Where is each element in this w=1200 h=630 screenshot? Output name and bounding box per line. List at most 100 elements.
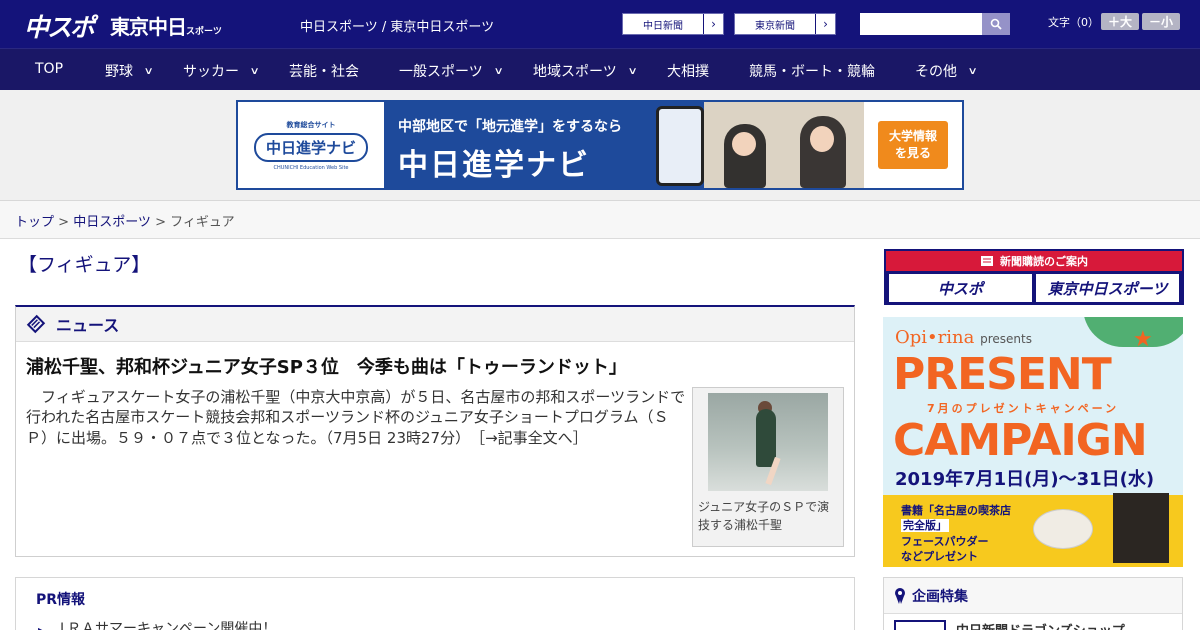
tokyo-logo-small: スポーツ xyxy=(186,27,222,37)
subscribe-tokyo-chunichi-button[interactable]: 東京中日スポーツ xyxy=(1036,274,1179,302)
chunichi-shimbun-label: 中日新聞 xyxy=(643,20,683,32)
tokyo-shimbun-label: 東京新聞 xyxy=(755,20,795,32)
breadcrumb-chunichi-sports[interactable]: 中日スポーツ xyxy=(73,215,151,230)
news-header: ニュース xyxy=(16,307,854,342)
ribbon-icon xyxy=(895,587,905,604)
pr-title: PR情報 xyxy=(36,592,86,608)
prize-line1: 書籍「名古屋の喫茶店 xyxy=(901,504,1011,517)
nav-label: その他 xyxy=(915,64,957,80)
pr-section: PR情報 ＪＲＡサマーキャンペーン開催中！ xyxy=(15,577,855,630)
banner-logo-eng: CHUNICHI Education Web Site xyxy=(273,164,349,171)
campaign-word: CAMPAIGN xyxy=(893,415,1148,466)
nav-label: 芸能・社会 xyxy=(289,64,359,80)
article-photo[interactable]: ジュニア女子のＳＰで演技する浦松千聖 xyxy=(692,387,844,547)
campaign-present: PRESENT xyxy=(893,349,1112,400)
read-more-link[interactable]: ［→記事全文へ］ xyxy=(478,429,588,447)
subscription-box: 新聞購読のご案内 中スポ 東京中日スポーツ xyxy=(884,249,1184,305)
nav-item-other[interactable]: その他 ∨ xyxy=(915,61,978,81)
nav-item-entertainment[interactable]: 芸能・社会 xyxy=(289,61,359,81)
feature-item-label: 中日新聞ドラゴンズショップ xyxy=(956,620,1125,630)
banner-logo-main: 中日進学ナビ xyxy=(253,132,368,162)
banner-band: 教育総合サイト 中日進学ナビ CHUNICHI Education Web Si… xyxy=(0,90,1200,201)
pr-item[interactable]: ＪＲＡサマーキャンペーン開催中！ xyxy=(38,618,276,630)
subscription-title: 新聞購読のご案内 xyxy=(1000,255,1088,268)
nav-item-baseball[interactable]: 野球 ∨ xyxy=(105,61,154,81)
nav-item-racing[interactable]: 競馬・ボート・競輪 xyxy=(749,61,875,81)
cta-line2: を見る xyxy=(894,146,931,160)
main-nav: TOP 野球 ∨ サッカー ∨ 芸能・社会 一般スポーツ ∨ 地域スポーツ ∨ 大相撲 … xyxy=(0,48,1200,90)
campaign-bottom: 書籍「名古屋の喫茶店 完全版」 フェースパウダー などプレゼント xyxy=(883,493,1183,567)
face-powder-image xyxy=(1033,509,1093,549)
chevron-right-icon: › xyxy=(703,14,723,34)
font-size-label: 文字（0） xyxy=(1048,16,1099,29)
nav-label: TOP xyxy=(35,61,64,77)
nav-label: 野球 xyxy=(105,64,133,80)
tokyo-shimbun-link[interactable]: 東京新聞 › xyxy=(734,13,836,35)
shingaku-navi-banner[interactable]: 教育総合サイト 中日進学ナビ CHUNICHI Education Web Si… xyxy=(236,100,964,190)
chevron-down-icon: ∨ xyxy=(493,65,504,77)
brand-name: Opi•rina xyxy=(895,327,975,348)
campaign-sub: 7月のプレゼントキャンペーン xyxy=(927,402,1120,415)
news-icon xyxy=(26,314,46,334)
font-bigger-button[interactable]: ＋大 xyxy=(1101,13,1139,30)
nav-label: 大相撲 xyxy=(667,64,709,80)
smartphone-image xyxy=(648,102,704,188)
banner-logo-small: 教育総合サイト xyxy=(286,120,336,129)
search-button[interactable] xyxy=(982,13,1010,35)
nav-label: 地域スポーツ xyxy=(533,64,617,80)
feature-item[interactable]: 中日新聞ドラゴンズショップ xyxy=(894,620,1125,630)
font-smaller-button[interactable]: －小 xyxy=(1142,13,1180,30)
feature-thumb xyxy=(894,620,946,630)
subscription-buttons: 中スポ 東京中日スポーツ xyxy=(886,271,1182,305)
breadcrumb-sep: > xyxy=(150,215,171,230)
nav-label: 一般スポーツ xyxy=(399,64,483,80)
present-campaign-ad[interactable]: ★ Opi•rina presents PRESENT 7月のプレゼントキャンペ… xyxy=(883,317,1183,567)
tokyo-chunichi-logo[interactable]: 東京中日スポーツ xyxy=(110,11,222,40)
skater-photo xyxy=(708,393,828,491)
nav-item-top[interactable]: TOP xyxy=(35,61,63,77)
chevron-right-icon: › xyxy=(815,14,835,34)
nav-item-sumo[interactable]: 大相撲 xyxy=(667,61,709,81)
feature-header: 企画特集 xyxy=(884,578,1182,614)
university-info-button[interactable]: 大学情報 を見る xyxy=(878,121,948,169)
banner-text: 中部地区で「地元進学」をするなら 中日進学ナビ xyxy=(384,102,648,188)
banner-line1: 中部地区で「地元進学」をするなら xyxy=(398,119,622,135)
breadcrumb-sep: > xyxy=(54,215,74,230)
article-summary: フィギュアスケート女子の浦松千聖（中京大中京高）が５日、名古屋市の邦和スポーツラ… xyxy=(26,387,686,448)
page-title: 【フィギュア】 xyxy=(18,254,151,276)
chevron-down-icon: ∨ xyxy=(627,65,638,77)
breadcrumb: トップ > 中日スポーツ > フィギュア xyxy=(0,201,1200,239)
subscribe-chusupo-button[interactable]: 中スポ xyxy=(889,274,1032,302)
brand-presents: presents xyxy=(980,332,1032,346)
banner-logo: 教育総合サイト 中日進学ナビ CHUNICHI Education Web Si… xyxy=(238,102,384,188)
news-label: ニュース xyxy=(56,316,120,335)
banner-cta: 大学情報 を見る xyxy=(864,102,962,188)
nav-item-regional-sports[interactable]: 地域スポーツ ∨ xyxy=(533,61,638,81)
cta-line1: 大学情報 xyxy=(888,129,937,144)
site-title: 中日スポーツ / 東京中日スポーツ xyxy=(300,20,495,35)
chevron-down-icon: ∨ xyxy=(249,65,260,77)
tokyo-logo-text: 東京中日 xyxy=(110,15,187,39)
article-title[interactable]: 浦松千聖、邦和杯ジュニア女子SP３位 今季も曲は「トゥーランドット」 xyxy=(26,353,627,379)
nav-item-general-sports[interactable]: 一般スポーツ ∨ xyxy=(399,61,504,81)
chunichi-shimbun-link[interactable]: 中日新聞 › xyxy=(622,13,724,35)
chevron-down-icon: ∨ xyxy=(143,65,154,77)
nav-label: サッカー xyxy=(183,64,239,80)
campaign-dates: 2019年7月1日(月)～31日(水) xyxy=(895,469,1155,490)
feature-title: 企画特集 xyxy=(912,588,968,605)
chevron-down-icon: ∨ xyxy=(967,65,978,77)
book-image xyxy=(1113,493,1169,563)
campaign-brand: Opi•rina presents xyxy=(895,327,1032,348)
banner-line2: 中日進学ナビ xyxy=(398,148,590,183)
search-input[interactable] xyxy=(860,13,983,35)
chusupo-logo[interactable]: 中スポ xyxy=(24,8,95,44)
starfish-icon: ★ xyxy=(1133,327,1153,352)
nav-label: 競馬・ボート・競輪 xyxy=(749,64,875,80)
photo-caption: ジュニア女子のＳＰで演技する浦松千聖 xyxy=(698,500,830,532)
news-section: ニュース 浦松千聖、邦和杯ジュニア女子SP３位 今季も曲は「トゥーランドット」 … xyxy=(15,305,855,557)
newspaper-icon xyxy=(981,256,993,266)
prize-line3: フェースパウダー xyxy=(901,534,989,548)
campaign-prize-text: 書籍「名古屋の喫茶店 完全版」 フェースパウダー などプレゼント xyxy=(901,503,1011,565)
breadcrumb-top[interactable]: トップ xyxy=(15,215,54,230)
nav-item-soccer[interactable]: サッカー ∨ xyxy=(183,61,260,81)
